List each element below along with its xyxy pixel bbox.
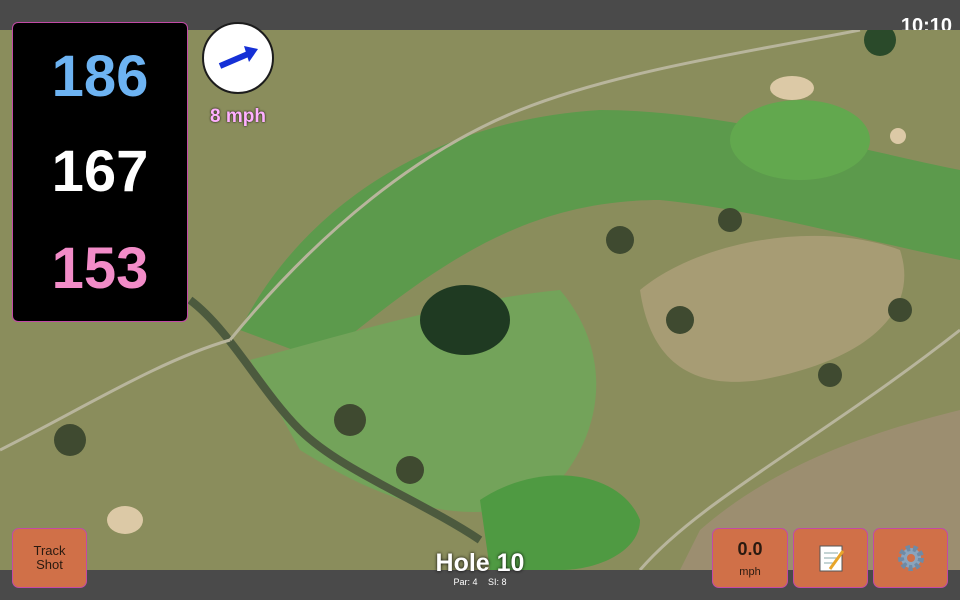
gear-icon bbox=[897, 545, 924, 571]
distance-back: 186 bbox=[51, 44, 149, 109]
tree bbox=[666, 306, 694, 334]
bunker bbox=[107, 506, 143, 534]
hole-si: SI: 8 bbox=[488, 577, 507, 587]
hole-par: Par: 4 bbox=[453, 577, 478, 587]
tree bbox=[334, 404, 366, 436]
hole-title: Hole 10 bbox=[435, 549, 525, 577]
tree bbox=[888, 298, 912, 322]
speed-value: 0.0 bbox=[737, 538, 763, 559]
tree bbox=[718, 208, 742, 232]
speed-button[interactable]: 0.0 mph bbox=[712, 528, 788, 588]
distance-front: 153 bbox=[51, 236, 149, 301]
tree bbox=[396, 456, 424, 484]
hole-info: Par: 4 SI: 8 bbox=[380, 577, 580, 587]
settings-button[interactable] bbox=[873, 528, 948, 588]
bunker bbox=[890, 128, 906, 144]
wind-indicator bbox=[202, 22, 274, 94]
tree bbox=[818, 363, 842, 387]
track-shot-label: Track Shot bbox=[33, 543, 66, 572]
distance-panel: 186 167 153 bbox=[12, 22, 188, 322]
notes-button[interactable] bbox=[793, 528, 868, 588]
tree-cluster bbox=[420, 285, 510, 355]
tree bbox=[606, 226, 634, 254]
bunker bbox=[770, 76, 814, 100]
green bbox=[730, 100, 870, 180]
notepad-icon bbox=[819, 545, 844, 572]
wind-speed: 8 mph bbox=[210, 106, 266, 127]
speed-unit: mph bbox=[739, 565, 761, 578]
distance-middle: 167 bbox=[51, 139, 149, 204]
tree bbox=[54, 424, 86, 456]
arrow-icon bbox=[218, 46, 258, 69]
track-shot-button[interactable]: Track Shot bbox=[12, 528, 87, 588]
